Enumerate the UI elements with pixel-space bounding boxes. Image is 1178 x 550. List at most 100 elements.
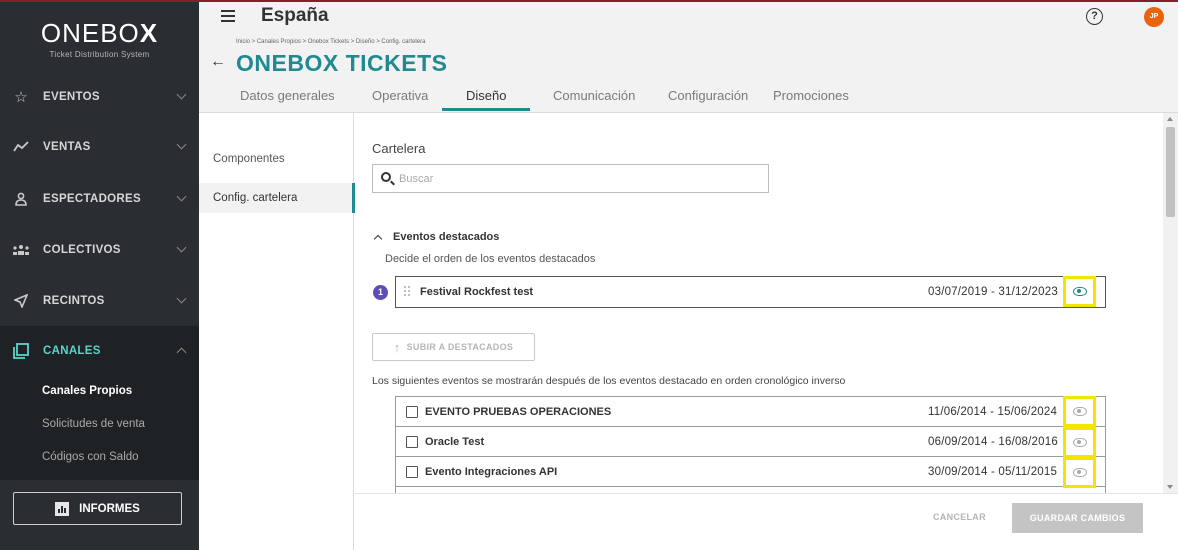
scroll-thumb[interactable] bbox=[1166, 127, 1175, 217]
chevron-down-icon bbox=[176, 89, 187, 100]
event-name: Oracle Test bbox=[425, 436, 485, 448]
sidebar-item-label: ESPECTADORES bbox=[43, 193, 141, 205]
eye-icon bbox=[1072, 468, 1087, 477]
event-visibility-toggle[interactable] bbox=[1063, 457, 1096, 488]
event-dates: 11/06/2014 - 15/06/2024 bbox=[928, 406, 1058, 418]
sidebar-item-eventos[interactable]: ☆ EVENTOS bbox=[0, 72, 199, 122]
eye-icon bbox=[1072, 438, 1087, 447]
event-name: Festival Rockfest test bbox=[420, 286, 534, 298]
arrow-up-icon: ↑ bbox=[393, 339, 401, 355]
sidebar-item-label: VENTAS bbox=[43, 141, 91, 153]
scroll-down-icon[interactable] bbox=[1167, 485, 1173, 489]
active-tab-indicator bbox=[442, 108, 530, 111]
list-item[interactable] bbox=[395, 486, 1106, 493]
sidebar-item-label: COLECTIVOS bbox=[43, 244, 121, 256]
tab-diseno[interactable]: Diseño bbox=[466, 88, 506, 103]
featured-event-row[interactable]: Festival Rockfest test 03/07/2019 - 31/1… bbox=[395, 276, 1106, 308]
page-title: ONEBOX TICKETS bbox=[236, 50, 448, 76]
breadcrumb: Inicio > Canales Propios > Onebox Ticket… bbox=[236, 39, 426, 45]
location-arrow-icon bbox=[12, 292, 30, 310]
eye-icon bbox=[1072, 287, 1087, 296]
informes-button[interactable]: INFORMES bbox=[13, 492, 182, 525]
sidebar-item-label: RECINTOS bbox=[43, 295, 105, 307]
channels-icon bbox=[12, 342, 30, 360]
tab-promociones[interactable]: Promociones bbox=[773, 88, 849, 103]
sidebar-item-espectadores[interactable]: ESPECTADORES bbox=[0, 174, 199, 224]
chevron-up-icon bbox=[176, 347, 187, 358]
design-subnav: Componentes Config. cartelera bbox=[199, 113, 355, 550]
list-item[interactable]: EVENTO PRUEBAS OPERACIONES 11/06/2014 - … bbox=[395, 396, 1106, 427]
subir-destacados-label: SUBIR A DESTACADOS bbox=[406, 342, 514, 352]
chevron-up-icon bbox=[373, 234, 383, 243]
trend-icon bbox=[12, 138, 30, 156]
save-button[interactable]: GUARDAR CAMBIOS bbox=[1012, 503, 1143, 533]
list-item[interactable]: Evento Integraciones API 30/09/2014 - 05… bbox=[395, 456, 1106, 487]
event-name: EVENTO PRUEBAS OPERACIONES bbox=[425, 406, 612, 418]
subnav-item-componentes[interactable]: Componentes bbox=[199, 144, 354, 174]
sidebar-subitem-codigos[interactable]: Códigos con Saldo bbox=[0, 441, 199, 474]
event-checkbox[interactable] bbox=[406, 406, 418, 418]
footer-actions: CANCELAR GUARDAR CAMBIOS bbox=[355, 493, 1178, 550]
search-input[interactable] bbox=[399, 170, 759, 188]
subnav-item-config-cartelera[interactable]: Config. cartelera bbox=[199, 183, 355, 213]
group-icon bbox=[12, 241, 30, 259]
event-dates: 30/09/2014 - 05/11/2015 bbox=[928, 466, 1058, 478]
featured-events-toggle[interactable]: Eventos destacados bbox=[373, 231, 500, 243]
chevron-down-icon bbox=[176, 191, 187, 202]
featured-events-title: Eventos destacados bbox=[393, 231, 500, 243]
chevron-down-icon bbox=[176, 242, 187, 253]
subir-destacados-button[interactable]: ↑ SUBIR A DESTACADOS bbox=[372, 333, 535, 361]
sidebar: ONEBOX Ticket Distribution System ☆ EVEN… bbox=[0, 0, 199, 550]
hamburger-menu-icon[interactable] bbox=[221, 10, 235, 22]
list-item[interactable]: Oracle Test 06/09/2014 - 16/08/2016 bbox=[395, 426, 1106, 457]
country-selector[interactable]: España bbox=[261, 5, 329, 27]
event-visibility-toggle[interactable] bbox=[1063, 427, 1096, 458]
featured-events-description: Decide el orden de los eventos destacado… bbox=[385, 253, 596, 265]
chevron-down-icon bbox=[176, 139, 187, 150]
back-arrow-icon[interactable]: ← bbox=[210, 53, 226, 71]
sidebar-subitem-solicitudes[interactable]: Solicitudes de venta bbox=[0, 408, 199, 441]
sidebar-item-label: EVENTOS bbox=[43, 91, 100, 103]
main-content: Cartelera Eventos destacados Decide el o… bbox=[355, 113, 1163, 493]
section-title: Cartelera bbox=[372, 141, 426, 156]
logo-brand-x: X bbox=[139, 18, 159, 48]
event-dates: 03/07/2019 - 31/12/2023 bbox=[928, 286, 1058, 298]
cancel-button[interactable]: CANCELAR bbox=[933, 512, 986, 522]
help-icon[interactable]: ? bbox=[1086, 8, 1103, 25]
scroll-up-icon[interactable] bbox=[1167, 117, 1173, 121]
logo: ONEBOX Ticket Distribution System bbox=[0, 18, 199, 59]
content-scrollbar[interactable] bbox=[1163, 113, 1178, 493]
search-icon bbox=[381, 172, 391, 182]
logo-tagline: Ticket Distribution System bbox=[49, 50, 150, 59]
report-icon bbox=[55, 501, 70, 516]
sidebar-item-recintos[interactable]: RECINTOS bbox=[0, 276, 199, 326]
event-checkbox[interactable] bbox=[406, 436, 418, 448]
sidebar-item-ventas[interactable]: VENTAS bbox=[0, 122, 199, 172]
sidebar-item-colectivos[interactable]: COLECTIVOS bbox=[0, 225, 199, 275]
featured-order-badge: 1 bbox=[373, 285, 388, 300]
event-visibility-toggle[interactable] bbox=[1063, 396, 1096, 427]
tab-datos-generales[interactable]: Datos generales bbox=[240, 88, 335, 103]
informes-label: INFORMES bbox=[79, 502, 140, 515]
featured-visibility-toggle[interactable] bbox=[1063, 276, 1096, 307]
event-checkbox[interactable] bbox=[406, 466, 418, 478]
top-accent-line bbox=[0, 0, 1178, 2]
eye-icon bbox=[1072, 407, 1087, 416]
tab-comunicacion[interactable]: Comunicación bbox=[553, 88, 635, 103]
chevron-down-icon bbox=[176, 293, 187, 304]
logo-brand: ONEBOX bbox=[0, 18, 199, 49]
search-box bbox=[372, 164, 769, 193]
logo-brand-text: ONEBO bbox=[40, 18, 140, 48]
tab-configuracion[interactable]: Configuración bbox=[668, 88, 748, 103]
sidebar-item-label: CANALES bbox=[43, 345, 101, 357]
sidebar-subitem-canales-propios[interactable]: Canales Propios bbox=[0, 375, 199, 408]
tab-operativa[interactable]: Operativa bbox=[372, 88, 428, 103]
event-name: Evento Integraciones API bbox=[425, 466, 558, 478]
star-icon: ☆ bbox=[14, 89, 28, 106]
drag-handle-icon[interactable] bbox=[404, 286, 410, 298]
events-order-note: Los siguientes eventos se mostrarán desp… bbox=[372, 375, 846, 387]
person-icon bbox=[12, 190, 30, 208]
sidebar-item-canales[interactable]: CANALES bbox=[0, 326, 199, 376]
avatar[interactable]: JP bbox=[1144, 7, 1164, 27]
canales-submenu: Canales Propios Solicitudes de venta Cód… bbox=[0, 375, 199, 480]
